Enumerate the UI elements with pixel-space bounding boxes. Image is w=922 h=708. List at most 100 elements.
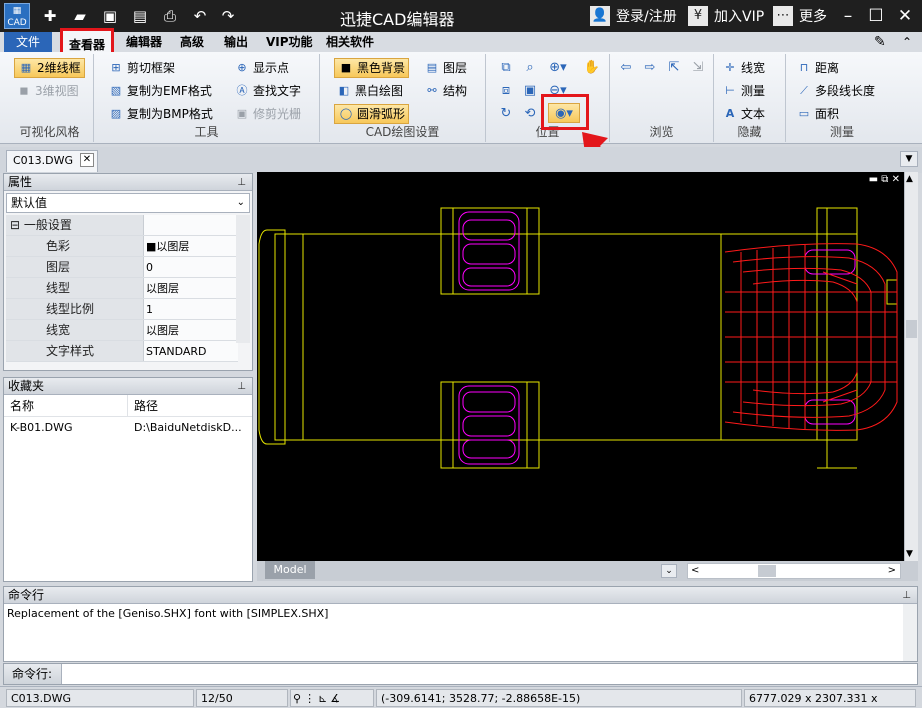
pan-hand-icon[interactable]: ✋ <box>582 58 602 78</box>
table-row[interactable]: 色彩 ■以图层 <box>6 236 238 257</box>
copy-emf-button[interactable]: ▧ 复制为EMF格式 <box>108 81 212 101</box>
bw-drawing-button[interactable]: ◧ 黑白绘图 <box>336 81 403 101</box>
collapse-minus-icon[interactable]: ⊟ <box>10 218 20 232</box>
view-3d-button[interactable]: ◼ 3维视图 <box>16 81 78 101</box>
edit-pen-icon[interactable]: ✎ <box>868 32 892 52</box>
redo-icon[interactable]: ↷ <box>218 6 238 26</box>
black-background-button[interactable]: ■ 黑色背景 <box>334 58 410 78</box>
ribbon-collapse-icon[interactable]: ⌃ <box>896 32 918 52</box>
close-icon[interactable]: ✕ <box>893 4 917 28</box>
grid-icon[interactable]: ⋮ <box>304 692 318 705</box>
prop-section-general[interactable]: ⊟ 一般设置 <box>6 215 238 236</box>
pin-icon[interactable]: ⊥ <box>237 378 246 395</box>
canvas-close-icon[interactable]: ✕ <box>892 174 900 185</box>
ortho-icon[interactable]: ⊾ <box>318 692 330 705</box>
undo-icon[interactable]: ↶ <box>190 6 210 26</box>
wireframe-2d-button[interactable]: ▦ 2维线框 <box>14 58 85 78</box>
layers-button[interactable]: ▤ 图层 <box>424 58 467 78</box>
table-row[interactable]: 文字样式 STANDARD <box>6 341 238 362</box>
app-logo[interactable]: ▦ CAD <box>4 3 30 29</box>
browse-export-icon[interactable]: ⇱ <box>664 58 684 78</box>
show-points-button[interactable]: ⊕ 显示点 <box>234 58 289 78</box>
minimize-icon[interactable]: – <box>836 4 860 28</box>
clip-frame-button[interactable]: ⊞ 剪切框架 <box>108 58 175 78</box>
login-button[interactable]: 👤 登录/注册 <box>590 5 677 27</box>
more-button[interactable]: ⋯ 更多 <box>773 5 827 27</box>
properties-scrollbar[interactable] <box>236 215 250 343</box>
vscroll-thumb[interactable] <box>906 320 917 338</box>
area-button[interactable]: ▭ 面积 <box>796 104 839 124</box>
column-path[interactable]: 路径 <box>128 395 158 416</box>
snap-icon[interactable]: ⚲ <box>293 692 304 705</box>
menu-related[interactable]: 相关软件 <box>320 32 380 52</box>
drawing-canvas[interactable]: ▬ ⧉ ✕ <box>257 172 904 561</box>
find-text-button[interactable]: Ⓐ 查找文字 <box>234 81 302 101</box>
menu-vip[interactable]: VIP功能 <box>260 32 319 52</box>
prop-value[interactable]: 以图层 <box>144 320 238 340</box>
hscroll-thumb[interactable] <box>758 565 776 577</box>
nav-forward-icon[interactable]: ⇨ <box>640 58 660 78</box>
layout-list-chevron-icon[interactable]: ⌄ <box>661 564 677 578</box>
nav-back-icon[interactable]: ⇦ <box>616 58 636 78</box>
hide-measure-button[interactable]: ⊢ 测量 <box>722 81 765 101</box>
tab-list-chevron-icon[interactable]: ▼ <box>900 151 918 167</box>
zoom-extents-icon[interactable]: ⧈ <box>496 81 516 101</box>
menu-output[interactable]: 输出 <box>218 32 254 52</box>
browse-disabled-icon[interactable]: ⇲ <box>688 58 708 78</box>
fit-view-icon[interactable]: ⧉ <box>496 58 516 78</box>
zoom-previous-icon[interactable]: ⟲ <box>520 104 540 124</box>
prop-value[interactable]: ■以图层 <box>144 236 238 256</box>
smooth-arc-button[interactable]: ◯ 圆滑弧形 <box>334 104 410 124</box>
menu-editor[interactable]: 编辑器 <box>120 32 168 52</box>
save-icon[interactable]: ▣ <box>100 6 120 26</box>
canvas-horizontal-scrollbar[interactable]: < > <box>687 563 901 579</box>
canvas-minimize-icon[interactable]: ▬ <box>869 174 878 185</box>
pin-icon[interactable]: ⊥ <box>902 587 911 604</box>
polyline-icon: ⟋ <box>800 84 808 97</box>
menu-advanced[interactable]: 高级 <box>174 32 210 52</box>
table-row[interactable]: 图层 0 <box>6 257 238 278</box>
hide-linewidth-button[interactable]: ✛ 线宽 <box>722 58 765 78</box>
command-input[interactable] <box>64 665 914 683</box>
doc-tab[interactable]: C013.DWG ✕ <box>6 150 98 172</box>
prop-value[interactable]: 0 <box>144 257 238 277</box>
vip-button[interactable]: ¥ 加入VIP <box>688 5 764 27</box>
table-row[interactable]: 线宽 以图层 <box>6 320 238 341</box>
new-file-icon[interactable]: ✚ <box>40 6 60 26</box>
command-scrollbar[interactable] <box>903 604 917 661</box>
polyline-length-button[interactable]: ⟋ 多段线长度 <box>796 81 875 101</box>
properties-preset-select[interactable]: 默认值 ⌄ <box>6 193 250 213</box>
save-as-icon[interactable]: ▤ <box>130 6 150 26</box>
prop-value[interactable]: 1 <box>144 299 238 319</box>
pin-icon[interactable]: ⊥ <box>237 174 246 191</box>
column-name[interactable]: 名称 <box>4 395 128 416</box>
prop-value[interactable]: STANDARD <box>144 341 238 361</box>
scroll-right-icon[interactable]: > <box>888 564 896 578</box>
prop-value[interactable]: 以图层 <box>144 278 238 298</box>
yen-icon: ¥ <box>688 6 708 26</box>
canvas-restore-icon[interactable]: ⧉ <box>881 174 888 185</box>
maximize-icon[interactable]: ☐ <box>864 4 888 28</box>
table-row[interactable]: 线型 以图层 <box>6 278 238 299</box>
scroll-down-icon[interactable]: ▼ <box>906 549 913 559</box>
list-item[interactable]: K-B01.DWG D:\BaiduNetdiskD... <box>4 417 252 439</box>
doc-tab-close-icon[interactable]: ✕ <box>80 153 94 167</box>
canvas-vertical-scrollbar[interactable]: ▲ ▼ <box>904 172 918 561</box>
model-tab[interactable]: Model <box>265 561 315 579</box>
polar-icon[interactable]: ∡ <box>330 692 343 705</box>
scroll-left-icon[interactable]: < <box>691 564 699 578</box>
hide-text-button[interactable]: A 文本 <box>722 104 765 124</box>
rotate-view-icon[interactable]: ↻ <box>496 104 516 124</box>
zoom-in-icon[interactable]: ⊕▾ <box>548 58 568 78</box>
open-folder-icon[interactable]: ▰ <box>70 6 90 26</box>
menu-file[interactable]: 文件 <box>4 32 52 52</box>
scroll-up-icon[interactable]: ▲ <box>906 174 913 184</box>
distance-button[interactable]: ⊓ 距离 <box>796 58 839 78</box>
table-row[interactable]: 线型比例 1 <box>6 299 238 320</box>
print-icon[interactable]: ⎙ <box>160 6 180 26</box>
zoom-frame-icon[interactable]: ▣ <box>520 81 540 101</box>
zoom-window-icon[interactable]: ⌕ <box>520 58 540 78</box>
trim-raster-button[interactable]: ▣ 修剪光栅 <box>234 104 301 124</box>
structure-button[interactable]: ⚯ 结构 <box>424 81 467 101</box>
copy-bmp-button[interactable]: ▨ 复制为BMP格式 <box>108 104 213 124</box>
